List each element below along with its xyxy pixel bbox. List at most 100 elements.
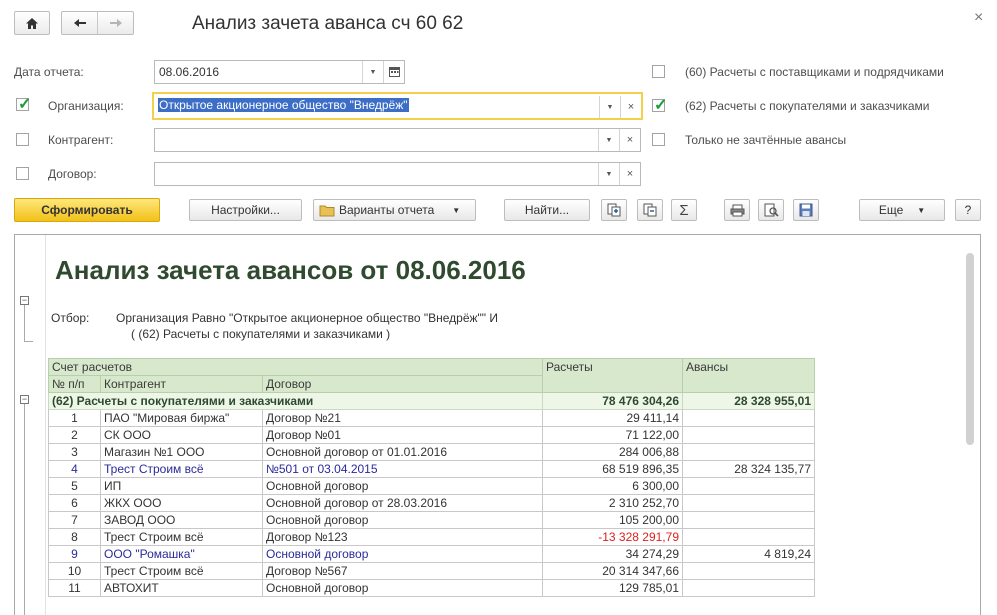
- contract-field[interactable]: ▼ ×: [154, 162, 641, 186]
- table-row[interactable]: 1 ПАО "Мировая биржа" Договор №21 29 411,14: [48, 409, 815, 427]
- report-variants-label: Варианты отчета: [339, 203, 435, 217]
- row-counterparty: Трест Строим всё: [100, 528, 263, 546]
- chevron-down-icon[interactable]: ▼: [598, 129, 619, 151]
- row-advances: [682, 409, 815, 427]
- clear-icon[interactable]: ×: [619, 163, 640, 185]
- row-contract: Основной договор: [262, 511, 543, 529]
- counterparty-field[interactable]: ▼ ×: [154, 128, 641, 152]
- row-counterparty: ООО "Ромашка": [100, 545, 263, 563]
- row-number: 2: [48, 426, 101, 444]
- header-contract: Договор: [262, 375, 543, 393]
- contract-checkbox[interactable]: [16, 167, 29, 180]
- clear-icon[interactable]: ×: [619, 129, 640, 151]
- floppy-disk-icon: [799, 203, 813, 217]
- print-button[interactable]: [724, 199, 750, 221]
- row-number: 5: [48, 477, 101, 495]
- counterparty-checkbox[interactable]: [16, 133, 29, 146]
- filter-line-2: ( (62) Расчеты с покупателями и заказчик…: [131, 327, 391, 341]
- home-icon: [26, 17, 38, 29]
- clear-icon[interactable]: ×: [620, 96, 641, 118]
- organization-value: Открытое акционерное общество "Внедрёж": [158, 98, 409, 112]
- table-row[interactable]: 2 СК ООО Договор №01 71 122,00: [48, 426, 815, 444]
- report-panel: Анализ зачета авансов от 08.06.2016 − От…: [14, 234, 981, 615]
- close-icon[interactable]: ×: [974, 9, 983, 27]
- group-collapse-icon[interactable]: −: [20, 395, 29, 404]
- row-contract: Основной договор: [262, 477, 543, 495]
- settings-button[interactable]: Настройки...: [189, 199, 302, 221]
- table-row[interactable]: 10 Трест Строим всё Договор №567 20 314 347…: [48, 562, 815, 580]
- filter-collapse-icon[interactable]: −: [20, 296, 29, 305]
- row-contract: Договор №123: [262, 528, 543, 546]
- header-settlements: Расчеты: [542, 358, 683, 393]
- table-row[interactable]: 11 АВТОХИТ Основной договор 129 785,01: [48, 579, 815, 597]
- row-counterparty: АВТОХИТ: [100, 579, 263, 597]
- chevron-down-icon[interactable]: ▼: [599, 96, 620, 118]
- table-row[interactable]: 8 Трест Строим всё Договор №123 -13 328 291…: [48, 528, 815, 546]
- filter-tree-line: [24, 305, 33, 342]
- table-row[interactable]: 3 Магазин №1 ООО Основной договор от 01.01…: [48, 443, 815, 461]
- more-button[interactable]: Еще ▼: [859, 199, 945, 221]
- row-settlements: 29 411,14: [542, 409, 683, 427]
- row-advances: [682, 426, 815, 444]
- group-name: (62) Расчеты с покупателями и заказчикам…: [48, 392, 543, 410]
- row-number: 8: [48, 528, 101, 546]
- vertical-scrollbar[interactable]: [966, 253, 974, 615]
- organization-field[interactable]: Открытое акционерное общество "Внедрёж" …: [152, 92, 643, 120]
- back-button[interactable]: [62, 12, 98, 34]
- organization-checkbox[interactable]: ✓: [16, 96, 31, 113]
- header-counterparty: Контрагент: [100, 375, 263, 393]
- row-advances: [682, 528, 815, 546]
- header-row-1: Счет расчетов Расчеты Авансы: [48, 358, 815, 393]
- sum-button[interactable]: Σ: [671, 199, 697, 221]
- forward-button[interactable]: [98, 12, 133, 34]
- header-advances: Авансы: [682, 358, 815, 393]
- chevron-down-icon[interactable]: ▼: [598, 163, 619, 185]
- row-counterparty: ЖКХ ООО: [100, 494, 263, 512]
- row-number: 11: [48, 579, 101, 597]
- report-date-field[interactable]: 08.06.2016 ▼: [154, 60, 405, 84]
- table-row[interactable]: 4 Трест Строим всё №501 от 03.04.2015 68 51…: [48, 460, 815, 478]
- opt60-checkbox[interactable]: [652, 65, 665, 78]
- folder-icon: [319, 205, 335, 216]
- row-settlements: 6 300,00: [542, 477, 683, 495]
- only-unoffset-checkbox[interactable]: [652, 133, 665, 146]
- nav-back-forward: [61, 11, 134, 35]
- help-button[interactable]: ?: [955, 199, 981, 221]
- table-row[interactable]: 5 ИП Основной договор 6 300,00: [48, 477, 815, 495]
- table-row[interactable]: 6 ЖКХ ООО Основной договор от 28.03.2016 2 …: [48, 494, 815, 512]
- printer-icon: [730, 204, 744, 216]
- save-button[interactable]: [793, 199, 819, 221]
- row-settlements: 105 200,00: [542, 511, 683, 529]
- chevron-down-icon[interactable]: ▼: [362, 61, 383, 83]
- header-num: № п/п: [48, 375, 101, 393]
- calendar-icon[interactable]: [383, 61, 404, 83]
- checkmark-icon: ✓: [654, 97, 668, 114]
- scrollbar-thumb[interactable]: [966, 253, 974, 445]
- filter-line-1: Организация Равно "Открытое акционерное …: [116, 311, 498, 325]
- row-number: 6: [48, 494, 101, 512]
- row-counterparty: ИП: [100, 477, 263, 495]
- table-row[interactable]: 9 ООО "Ромашка" Основной договор 34 274,29 4…: [48, 545, 815, 563]
- generate-button[interactable]: Сформировать: [14, 198, 160, 222]
- home-button[interactable]: [14, 11, 50, 35]
- row-settlements: 68 519 896,35: [542, 460, 683, 478]
- report-variants-button[interactable]: Варианты отчета ▼: [313, 199, 476, 221]
- organization-label: Организация:: [48, 99, 124, 113]
- preview-button[interactable]: [758, 199, 784, 221]
- opt62-checkbox[interactable]: ✓: [652, 97, 667, 114]
- expand-groups-button[interactable]: [601, 199, 627, 221]
- row-contract: Основной договор от 28.03.2016: [262, 494, 543, 512]
- group-advances: 28 328 955,01: [682, 392, 815, 410]
- row-counterparty: Трест Строим всё: [100, 460, 263, 478]
- row-number: 9: [48, 545, 101, 563]
- row-settlements: 20 314 347,66: [542, 562, 683, 580]
- table-row[interactable]: 7 ЗАВОД ООО Основной договор 105 200,00: [48, 511, 815, 529]
- row-number: 1: [48, 409, 101, 427]
- arrow-right-icon: [109, 19, 122, 27]
- row-number: 3: [48, 443, 101, 461]
- collapse-groups-button[interactable]: [637, 199, 663, 221]
- group-row[interactable]: (62) Расчеты с покупателями и заказчикам…: [48, 392, 815, 410]
- find-button[interactable]: Найти...: [504, 199, 590, 221]
- row-contract: Договор №567: [262, 562, 543, 580]
- row-settlements: 284 006,88: [542, 443, 683, 461]
